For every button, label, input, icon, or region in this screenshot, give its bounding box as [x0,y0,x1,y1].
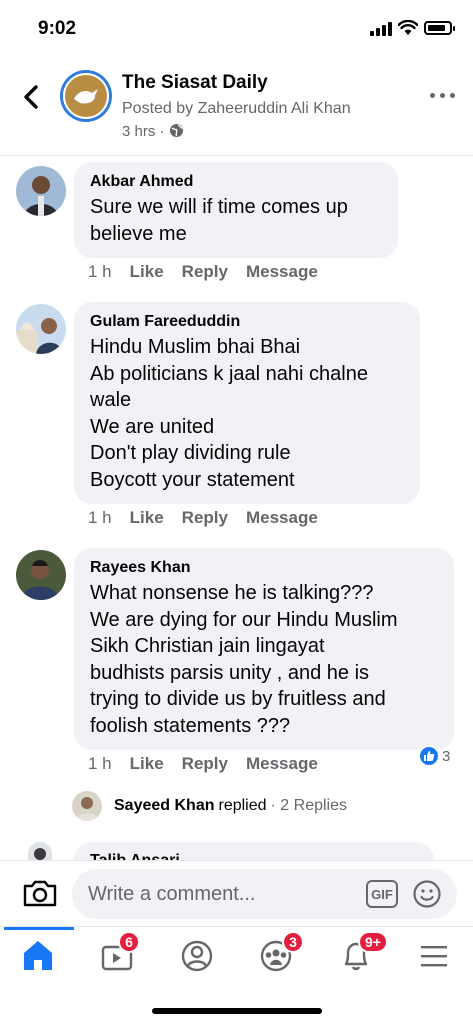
comment-text: Sure we will if time comes up believe me [90,196,348,245]
avatar [72,791,102,821]
post-header: The Siasat Daily Posted by Zaheeruddin A… [0,56,473,156]
groups-badge: 3 [282,931,304,953]
notifications-badge: 9+ [358,931,388,953]
like-button[interactable]: Like [130,754,164,773]
active-tab-indicator [4,927,74,930]
comment-bubble: Akbar Ahmed Sure we will if time comes u… [74,162,398,258]
reply-count: · 2 Replies [270,797,347,814]
comment-time: 1 h [88,262,112,281]
comment-actions: 1 h Like Reply Message [88,508,336,528]
comment-text: Hindu Muslim bhai Bhai Ab politicians k j… [90,336,368,491]
message-button[interactable]: Message [246,754,318,773]
home-indicator [152,1008,322,1014]
comment-author[interactable]: Rayees Khan [90,558,438,578]
view-replies-link[interactable]: Sayeed Khan replied · 2 Replies [72,790,347,822]
menu-icon[interactable] [414,937,454,973]
globe-icon [169,123,183,138]
comment-actions: 1 h Like Reply Message [88,754,336,774]
status-bar: 9:02 [0,0,473,56]
message-button[interactable]: Message [246,508,318,527]
home-icon[interactable] [18,937,58,973]
comment-actions: 1 h Like Reply Message [88,262,336,282]
comment-author[interactable]: Akbar Ahmed [90,172,382,192]
comment-input[interactable] [72,869,457,919]
signal-icon [370,22,394,36]
comment-time: 1 h [88,754,112,773]
post-author[interactable]: Posted by Zaheeruddin Ali Khan [122,100,351,118]
avatar[interactable] [16,166,66,216]
back-icon[interactable] [18,82,48,112]
reaction-count: 3 [442,747,451,765]
page-avatar[interactable] [60,70,112,122]
reply-button[interactable]: Reply [182,508,228,527]
avatar[interactable] [28,842,52,862]
post-time-text: 3 hrs · [122,123,165,140]
gif-icon[interactable]: GIF [366,880,398,908]
avatar[interactable] [16,304,66,354]
reply-verb: replied [218,797,267,814]
emoji-icon[interactable] [412,879,442,909]
avatar[interactable] [16,550,66,600]
reaction-summary[interactable]: 3 [418,744,450,768]
comment-text: What nonsense he is talking??? We are dyi… [90,582,398,737]
more-icon[interactable] [428,90,458,102]
post-time: 3 hrs · [122,123,184,140]
comment-bubble: Talib Ansari [74,842,434,862]
battery-icon [424,21,455,35]
video-badge: 6 [118,931,140,953]
comment-time: 1 h [88,508,112,527]
like-button[interactable]: Like [130,508,164,527]
reply-button[interactable]: Reply [182,262,228,281]
wifi-icon [398,20,418,35]
like-button[interactable]: Like [130,262,164,281]
like-icon [418,745,440,767]
comment-bubble: Gulam Fareeduddin Hindu Muslim bhai Bhai… [74,302,420,504]
comment-author[interactable]: Gulam Fareeduddin [90,312,404,332]
reply-button[interactable]: Reply [182,754,228,773]
page-title[interactable]: The Siasat Daily [122,72,268,94]
dove-icon [74,89,98,104]
comment-composer: GIF [0,860,473,926]
reply-author: Sayeed Khan [114,797,215,814]
comment-bubble: Rayees Khan What nonsense he is talking?… [74,548,454,750]
camera-icon[interactable] [22,878,58,908]
profile-icon[interactable] [177,937,217,973]
status-time: 9:02 [38,18,77,39]
message-button[interactable]: Message [246,262,318,281]
